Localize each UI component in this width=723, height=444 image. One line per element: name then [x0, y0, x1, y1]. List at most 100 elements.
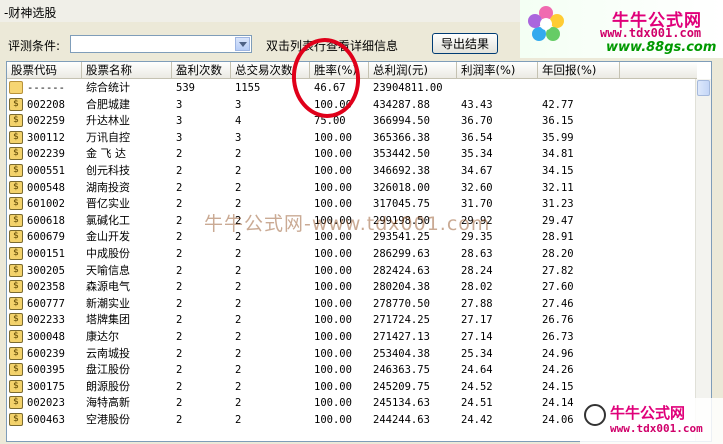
col-header-name[interactable]: 股票名称: [82, 62, 172, 79]
table-row[interactable]: $600239 云南城投 2 2 100.00 253404.38 25.34 24.96: [7, 346, 697, 363]
table-cell: 100.00: [314, 248, 352, 260]
table-cell: 299198.50: [373, 214, 430, 227]
table-cell: 280204.38: [373, 281, 430, 294]
flower-logo-icon: [528, 6, 564, 41]
table-cell: 氯碱化工: [86, 213, 130, 227]
table-cell: 245134.63: [373, 397, 430, 410]
col-header-annual[interactable]: 年回报(%): [538, 62, 620, 79]
export-button[interactable]: 导出结果: [432, 33, 498, 54]
corner-brand: 牛牛公式网: [610, 404, 686, 422]
table-cell: 346692.38: [373, 165, 430, 177]
table-row[interactable]: $300205 天喻信息 2 2 100.00 282424.63 28.24 27.82: [7, 263, 697, 280]
table-row[interactable]: $002208 合肥城建 3 3 100.00 434287.88 43.43 42.77: [7, 97, 697, 114]
table-cell: 27.82: [542, 264, 574, 277]
table-row[interactable]: $300048 康达尔 2 2 100.00 271427.13 27.14 26.73: [7, 329, 697, 346]
table-row[interactable]: $601002 晋亿实业 2 2 100.00 317045.75 31.70 31.23: [7, 196, 697, 213]
table-cell: 24.26: [542, 364, 574, 377]
condition-combobox[interactable]: [70, 35, 252, 53]
table-cell: 2: [235, 198, 242, 211]
table-cell: 100.00: [314, 131, 352, 144]
table-row[interactable]: $000548 湖南投资 2 2 100.00 326018.00 32.60 32.11: [7, 180, 697, 197]
table-cell: 34.15: [542, 165, 574, 177]
table-row[interactable]: $000551 创元科技 2 2 100.00 346692.38 34.67 34.15: [7, 163, 697, 180]
table-cell: 29.35: [461, 231, 493, 244]
brand-url-1: www.tdx001.com: [600, 26, 702, 40]
table-cell: 27.17: [461, 314, 493, 327]
table-cell: 3: [176, 131, 183, 144]
table-cell: 100.00: [314, 314, 352, 327]
col-header-profit-rate[interactable]: 利润率(%): [457, 62, 538, 79]
table-cell: 31.23: [542, 198, 574, 211]
col-header-winrate[interactable]: 胜率(%): [310, 62, 369, 79]
table-cell: 24.42: [461, 414, 493, 426]
table-cell: 600679: [27, 231, 65, 244]
table-cell: 002259: [27, 115, 65, 128]
table-cell: 海特高新: [86, 396, 130, 410]
table-cell: 300205: [27, 264, 65, 277]
table-cell: 100.00: [314, 281, 352, 294]
table-cell: 244244.63: [373, 414, 430, 426]
table-cell: 29.92: [461, 214, 493, 227]
table-cell: 2: [235, 248, 242, 260]
table-row[interactable]: $600777 新潮实业 2 2 100.00 278770.50 27.88 27.46: [7, 296, 697, 313]
table-cell: 3: [176, 98, 183, 111]
table-cell: 24.14: [542, 397, 574, 410]
table-cell: 35.34: [461, 148, 493, 161]
table-cell: 100.00: [314, 214, 352, 227]
table-cell: 32.60: [461, 181, 493, 194]
table-cell: 434287.88: [373, 98, 430, 111]
table-cell: 2: [176, 414, 183, 426]
table-cell: 4: [235, 115, 242, 128]
table-cell: 600395: [27, 364, 65, 377]
table-row[interactable]: $600618 氯碱化工 2 2 100.00 299198.50 29.92 29.47: [7, 213, 697, 230]
table-cell: 24.51: [461, 397, 493, 410]
table-cell: 002233: [27, 314, 65, 327]
table-cell: 朗源股份: [86, 379, 130, 393]
table-row[interactable]: $600679 金山开发 2 2 100.00 293541.25 29.35 28.91: [7, 229, 697, 246]
table-cell: 24.64: [461, 364, 493, 377]
table-cell: 创元科技: [86, 164, 130, 177]
table-cell: 2: [235, 165, 242, 177]
table-cell: 31.70: [461, 198, 493, 211]
hint-text: 双击列表行查看详细信息: [266, 39, 399, 53]
col-header-wins[interactable]: 盈利次数: [172, 62, 231, 79]
combo-dropdown-button[interactable]: [235, 37, 250, 51]
table-row[interactable]: $000151 中成股份 2 2 100.00 286299.63 28.63 28.20: [7, 246, 697, 263]
table-row[interactable]: $300112 万讯自控 3 3 100.00 365366.38 36.54 35.99: [7, 130, 697, 147]
table-cell: 24.06: [542, 414, 574, 426]
table-row[interactable]: $002259 升达林业 3 4 75.00 366994.50 36.70 36.15: [7, 113, 697, 130]
vertical-scrollbar[interactable]: [695, 79, 711, 441]
table-cell: 300112: [27, 131, 65, 144]
table-cell: 245209.75: [373, 380, 430, 393]
table-cell: ------: [27, 82, 65, 94]
table-cell: 2: [235, 297, 242, 310]
scrollbar-thumb[interactable]: [697, 80, 710, 96]
table-cell: 000151: [27, 248, 65, 260]
table-row[interactable]: $002358 森源电气 2 2 100.00 280204.38 28.02 27.60: [7, 279, 697, 296]
table-row[interactable]: $300175 朗源股份 2 2 100.00 245209.75 24.52 24.15: [7, 379, 697, 396]
col-header-trades[interactable]: 总交易次数: [231, 62, 310, 79]
table-cell: 康达尔: [86, 330, 119, 343]
col-header-profit[interactable]: 总利润(元): [369, 62, 457, 79]
table-cell: 100.00: [314, 148, 352, 161]
table-cell: 24.52: [461, 380, 493, 393]
table-cell: 综合统计: [86, 81, 130, 94]
table-cell: 365366.38: [373, 131, 430, 144]
table-row[interactable]: $600395 盘江股份 2 2 100.00 246363.75 24.64 24.26: [7, 362, 697, 379]
table-cell: 2: [235, 397, 242, 410]
results-table[interactable]: 股票代码 股票名称 盈利次数 总交易次数 胜率(%) 总利润(元) 利润率(%)…: [6, 61, 712, 442]
table-row[interactable]: $002239 金 飞 达 2 2 100.00 353442.50 35.34 34.81: [7, 146, 697, 163]
table-cell: 2: [235, 314, 242, 327]
table-cell: 29.47: [542, 214, 574, 227]
table-row[interactable]: ------ 综合统计 539 1155 46.67 23904811.00: [7, 80, 697, 97]
table-cell: 2: [235, 231, 242, 244]
condition-label: 评测条件:: [8, 39, 61, 53]
cow-logo-icon: [584, 404, 606, 426]
table-cell: 2: [235, 181, 242, 194]
table-cell: 2: [176, 264, 183, 277]
table-cell: 塔牌集团: [86, 313, 130, 327]
table-row[interactable]: $002233 塔牌集团 2 2 100.00 271724.25 27.17 26.76: [7, 312, 697, 329]
table-cell: 46.67: [314, 82, 346, 94]
table-cell: 326018.00: [373, 181, 430, 194]
col-header-code[interactable]: 股票代码: [7, 62, 82, 79]
